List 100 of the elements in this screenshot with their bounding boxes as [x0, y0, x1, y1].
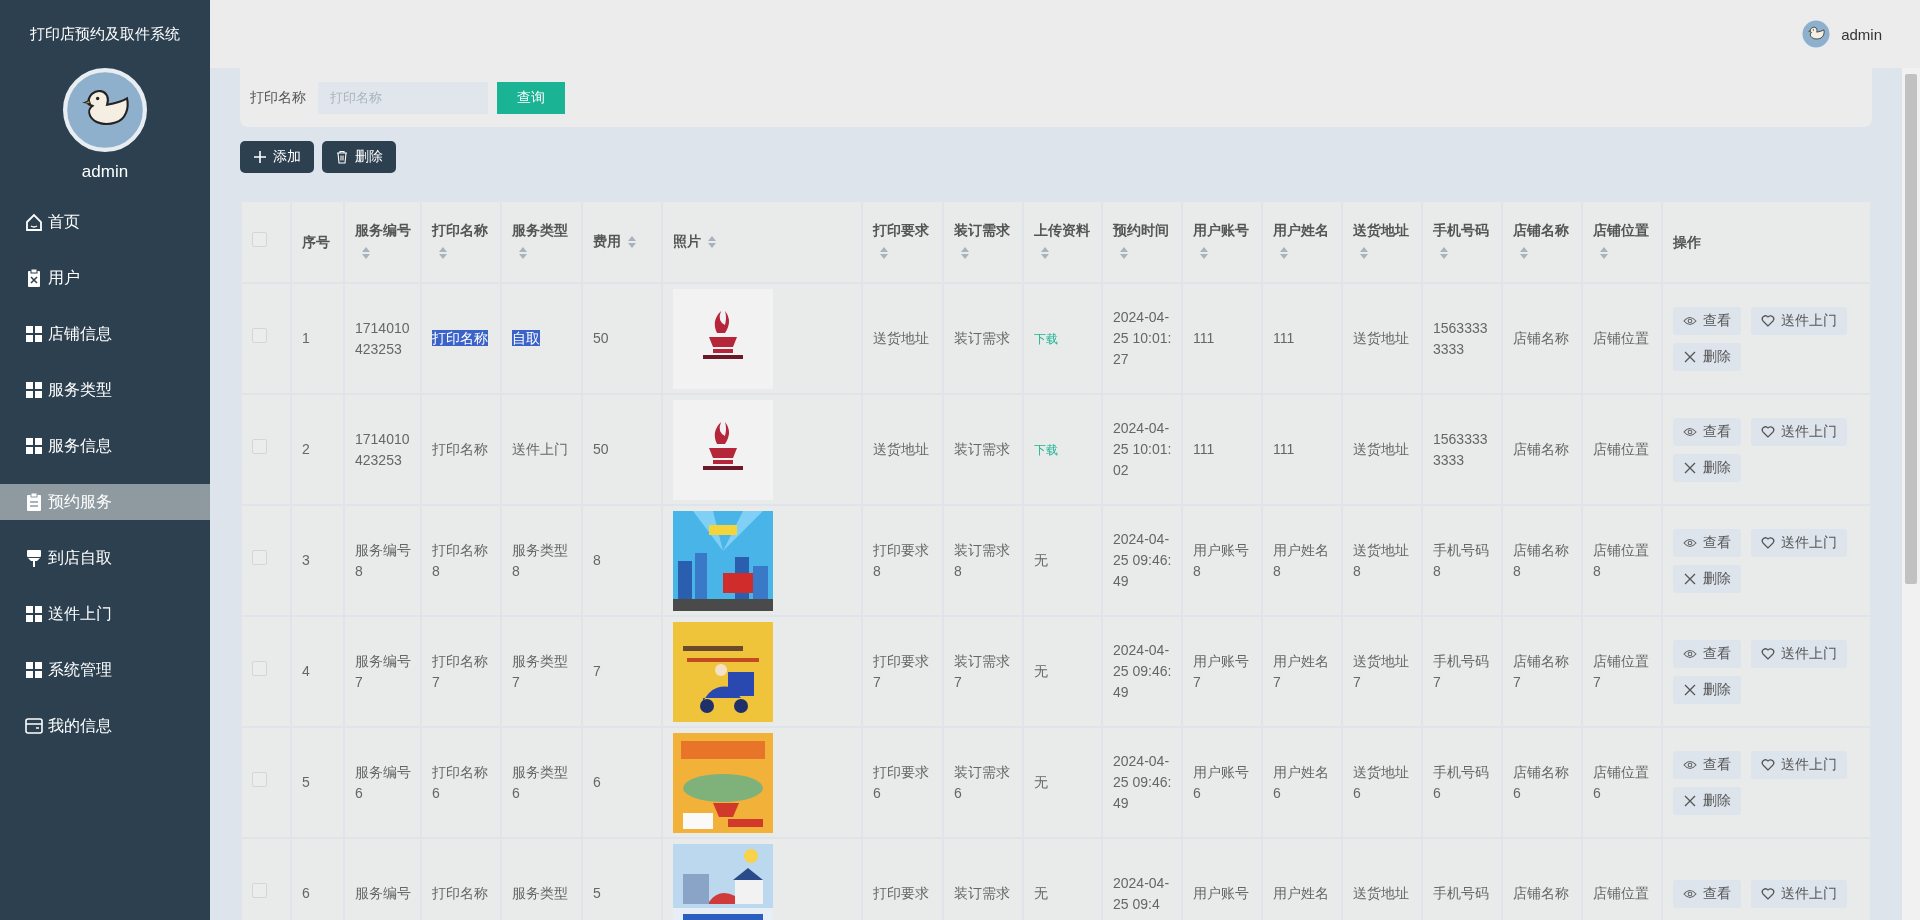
checkbox[interactable]	[252, 550, 267, 565]
view-button[interactable]: 查看	[1673, 750, 1741, 779]
checkbox[interactable]	[252, 661, 267, 676]
menu-item[interactable]: 服务信息	[0, 428, 210, 464]
table-cell: 用户账号6	[1182, 727, 1262, 838]
field-label: 打印名称	[250, 88, 306, 107]
table-cell: 2024-04-25 10:01:02	[1102, 394, 1182, 505]
column-header[interactable]: 打印名称	[421, 201, 501, 283]
user-name: admin	[81, 162, 129, 182]
table-cell: 2024-04-25 09:46:49	[1102, 727, 1182, 838]
column-header[interactable]: 上传资料	[1023, 201, 1102, 283]
sort-icon	[1439, 245, 1449, 260]
deliver-button[interactable]: 送件上门	[1751, 639, 1847, 668]
table-cell: 店铺位置	[1582, 283, 1662, 394]
table-cell: 15633333333	[1422, 394, 1502, 505]
column-header[interactable]: 送货地址	[1342, 201, 1422, 283]
delete-button[interactable]: 删除	[1673, 564, 1741, 593]
view-button[interactable]: 查看	[1673, 306, 1741, 335]
table-cell: 店铺位置8	[1582, 505, 1662, 616]
table-cell-text: 自取	[512, 330, 540, 346]
menu-item[interactable]: 系统管理	[0, 652, 210, 688]
checkbox[interactable]	[252, 328, 267, 343]
checkbox[interactable]	[252, 772, 267, 787]
checkbox[interactable]	[252, 439, 267, 454]
table-cell: 服务编号6	[344, 727, 421, 838]
table-cell: 打印名称7	[421, 616, 501, 727]
delete-button[interactable]: 删除	[1673, 786, 1741, 815]
column-header[interactable]: 手机号码	[1422, 201, 1502, 283]
column-header[interactable]: 费用	[582, 201, 662, 283]
deliver-button[interactable]: 送件上门	[1751, 879, 1847, 908]
menu-item[interactable]: 用户	[0, 260, 210, 296]
menu-item[interactable]: 我的信息	[0, 708, 210, 744]
table-cell: 2024-04-25 09:46:49	[1102, 616, 1182, 727]
column-header[interactable]: 店铺位置	[1582, 201, 1662, 283]
menu-item[interactable]: 送件上门	[0, 596, 210, 632]
grid-icon	[24, 380, 44, 400]
table-cell: 装订需求6	[943, 727, 1023, 838]
user-name[interactable]: admin	[1841, 25, 1882, 43]
trash-icon	[335, 150, 349, 164]
table-cell: 店铺名称	[1502, 394, 1582, 505]
column-header[interactable]: 服务类型	[501, 201, 582, 283]
table-cell: 打印要求8	[862, 505, 943, 616]
table-cell: 6	[582, 727, 662, 838]
view-button[interactable]: 查看	[1673, 417, 1741, 446]
sort-icon	[361, 245, 371, 260]
table-cell: 50	[582, 394, 662, 505]
column-header[interactable]: 装订需求	[943, 201, 1023, 283]
delete-button[interactable]: 删除	[322, 141, 396, 173]
table-cell: 用户账号7	[1182, 616, 1262, 727]
sort-icon	[627, 235, 637, 250]
column-header[interactable]: 店铺名称	[1502, 201, 1582, 283]
heart-icon	[1761, 646, 1775, 661]
deliver-button[interactable]: 送件上门	[1751, 306, 1847, 335]
table-cell: 店铺位置6	[1582, 727, 1662, 838]
column-header[interactable]: 打印要求	[862, 201, 943, 283]
table-cell: 手机号码6	[1422, 727, 1502, 838]
table-cell: 5	[291, 727, 344, 838]
table-cell: 店铺名称	[1502, 283, 1582, 394]
table-cell: 打印名称8	[421, 505, 501, 616]
view-button[interactable]: 查看	[1673, 639, 1741, 668]
deliver-button[interactable]: 送件上门	[1751, 750, 1847, 779]
home-icon	[24, 212, 44, 232]
sort-icon	[1599, 245, 1609, 260]
menu-item[interactable]: 店铺信息	[0, 316, 210, 352]
menu-item[interactable]: 服务类型	[0, 372, 210, 408]
column-header[interactable]: 预约时间	[1102, 201, 1182, 283]
heart-icon	[1761, 886, 1775, 901]
column-header[interactable]: 用户账号	[1182, 201, 1262, 283]
close-icon	[1683, 571, 1697, 586]
delete-button[interactable]: 删除	[1673, 342, 1741, 371]
grid-icon	[24, 660, 44, 680]
avatar	[1801, 19, 1832, 49]
checkbox[interactable]	[252, 231, 267, 247]
heart-icon	[1761, 757, 1775, 772]
deliver-button[interactable]: 送件上门	[1751, 417, 1847, 446]
checkbox[interactable]	[252, 883, 267, 898]
table-cell: 用户姓名7	[1262, 616, 1342, 727]
column-header[interactable]: 服务编号	[344, 201, 421, 283]
sort-icon	[707, 235, 717, 250]
table-cell: 打印名称	[421, 394, 501, 505]
app-title: 打印店预约及取件系统	[30, 24, 180, 44]
menu-item[interactable]: 到店自取	[0, 540, 210, 576]
view-button[interactable]: 查看	[1673, 879, 1741, 908]
deliver-button[interactable]: 送件上门	[1751, 528, 1847, 557]
table-cell: 无	[1023, 616, 1102, 727]
delete-button[interactable]: 删除	[1673, 453, 1741, 482]
add-button[interactable]: 添加	[240, 141, 314, 173]
view-button[interactable]: 查看	[1673, 528, 1741, 557]
column-header[interactable]: 用户姓名	[1262, 201, 1342, 283]
table-cell: 2	[291, 394, 344, 505]
table-cell: 送货地址	[1342, 283, 1422, 394]
menu-item[interactable]: 首页	[0, 204, 210, 240]
delete-button[interactable]: 删除	[1673, 675, 1741, 704]
table-cell: 送货地址	[862, 283, 943, 394]
column-header: 操作	[1662, 201, 1870, 283]
scrollbar[interactable]	[1902, 68, 1920, 920]
table-cell: 送货地址6	[1342, 727, 1422, 838]
grid-icon	[24, 436, 44, 456]
table-cell: 送货地址7	[1342, 616, 1422, 727]
column-header[interactable]: 照片	[662, 201, 862, 283]
